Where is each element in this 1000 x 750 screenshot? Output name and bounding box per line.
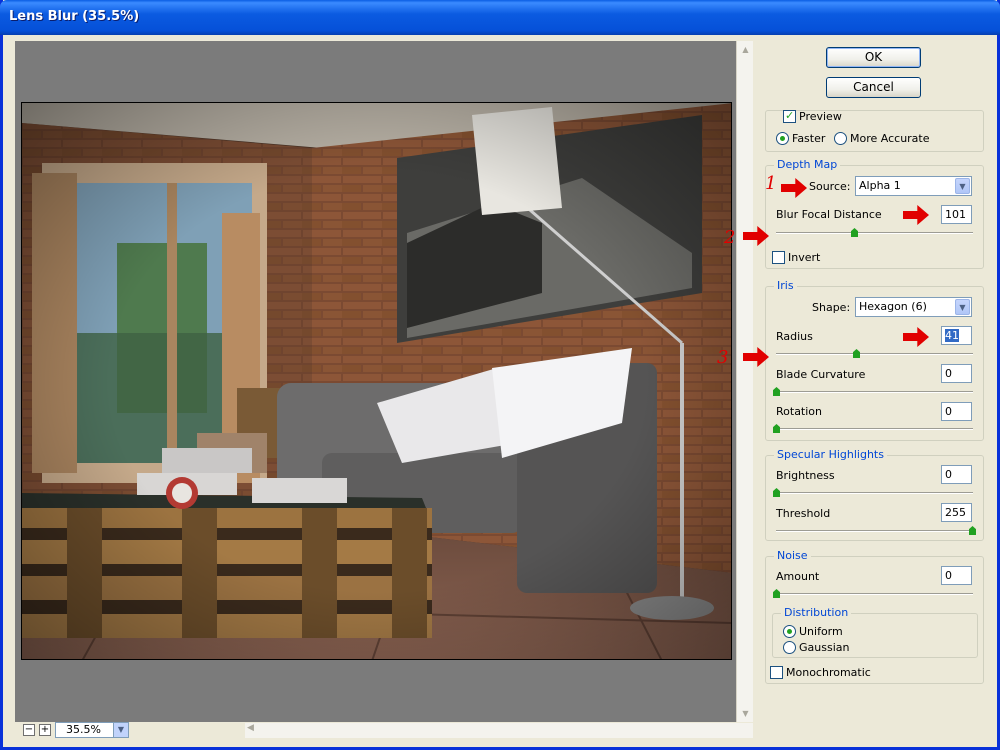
threshold-slider[interactable] [776, 530, 973, 532]
radius-value: 41 [945, 329, 959, 342]
more-accurate-label: More Accurate [850, 132, 930, 145]
preview-image[interactable] [21, 102, 732, 660]
radius-slider[interactable] [776, 353, 973, 355]
threshold-input[interactable]: 255 [941, 503, 972, 522]
amount-slider[interactable] [776, 593, 973, 595]
uniform-radio[interactable] [783, 625, 796, 638]
title-bar[interactable]: Lens Blur (35.5%) [0, 0, 1000, 35]
uniform-label: Uniform [799, 625, 843, 638]
preview-vertical-scrollbar[interactable]: ▲ ▼ [736, 41, 753, 722]
annotation-number-2: 2 [724, 227, 736, 248]
preview-checkbox[interactable] [783, 109, 796, 123]
chevron-down-icon[interactable]: ▼ [955, 178, 970, 194]
zoom-in-button[interactable]: + [39, 724, 51, 736]
preview-horizontal-scrollbar[interactable]: ◀ [245, 723, 753, 738]
zoom-out-button[interactable]: − [23, 724, 35, 736]
blade-curvature-input[interactable]: 0 [941, 364, 972, 383]
gaussian-radio[interactable] [783, 641, 796, 654]
depth-map-legend: Depth Map [774, 158, 841, 171]
radius-label: Radius [776, 330, 813, 343]
preview-options-group [765, 110, 984, 152]
blade-curvature-label: Blade Curvature [776, 368, 866, 381]
iris-legend: Iris [774, 279, 797, 292]
preview-label: Preview [799, 110, 842, 123]
monochromatic-checkbox[interactable] [770, 666, 783, 679]
brightness-value: 0 [945, 468, 952, 481]
shape-value: Hexagon (6) [859, 300, 927, 313]
zoom-level-select[interactable]: 35.5% ▼ [55, 722, 129, 738]
source-select[interactable]: Alpha 1 ▼ [855, 176, 972, 196]
brightness-slider[interactable] [776, 492, 973, 494]
preview-status-bar: − + 35.5% ▼ ◀ [15, 722, 753, 738]
faster-radio[interactable] [776, 132, 789, 145]
brightness-label: Brightness [776, 469, 835, 482]
distribution-legend: Distribution [781, 606, 852, 619]
monochromatic-label: Monochromatic [786, 666, 871, 679]
shape-select[interactable]: Hexagon (6) ▼ [855, 297, 972, 317]
invert-label: Invert [788, 251, 821, 264]
scroll-up-arrow-icon[interactable]: ▲ [738, 42, 753, 57]
rotation-label: Rotation [776, 405, 823, 418]
blur-focal-distance-slider[interactable] [776, 232, 973, 234]
chevron-down-icon[interactable]: ▼ [955, 299, 970, 315]
faster-label: Faster [792, 132, 826, 145]
cancel-button[interactable]: Cancel [826, 77, 921, 98]
source-label: Source: [809, 180, 851, 193]
rotation-slider[interactable] [776, 428, 973, 430]
ok-button[interactable]: OK [826, 47, 921, 68]
specular-highlights-legend: Specular Highlights [774, 448, 887, 461]
source-value: Alpha 1 [859, 179, 901, 192]
noise-legend: Noise [774, 549, 811, 562]
scroll-left-arrow-icon[interactable]: ◀ [247, 723, 254, 733]
window-title: Lens Blur (35.5%) [9, 9, 140, 24]
brightness-input[interactable]: 0 [941, 465, 972, 484]
scroll-down-arrow-icon[interactable]: ▼ [738, 706, 753, 721]
threshold-value: 255 [945, 506, 966, 519]
amount-value: 0 [945, 569, 952, 582]
annotation-number-3: 3 [717, 347, 729, 368]
rotation-input[interactable]: 0 [941, 402, 972, 421]
invert-checkbox[interactable] [772, 251, 785, 264]
blade-curvature-slider[interactable] [776, 391, 973, 393]
amount-label: Amount [776, 570, 820, 583]
blur-focal-distance-label: Blur Focal Distance [776, 208, 882, 221]
chevron-down-icon[interactable]: ▼ [113, 723, 128, 737]
blade-curvature-value: 0 [945, 367, 952, 380]
rotation-value: 0 [945, 405, 952, 418]
annotation-number-1: 1 [765, 173, 777, 194]
amount-input[interactable]: 0 [941, 566, 972, 585]
threshold-label: Threshold [776, 507, 831, 520]
radius-input[interactable]: 41 [941, 326, 972, 345]
lens-blur-dialog: Lens Blur (35.5%) ▲ ▼ − + 35.5% ▼ ◀ OK C… [0, 0, 1000, 750]
zoom-level-value: 35.5% [66, 723, 101, 736]
more-accurate-radio[interactable] [834, 132, 847, 145]
shape-label: Shape: [812, 301, 851, 314]
blur-focal-distance-input[interactable]: 101 [941, 205, 972, 224]
gaussian-label: Gaussian [799, 641, 850, 654]
blur-focal-distance-value: 101 [945, 208, 966, 221]
room-photo-illustration [22, 103, 731, 659]
